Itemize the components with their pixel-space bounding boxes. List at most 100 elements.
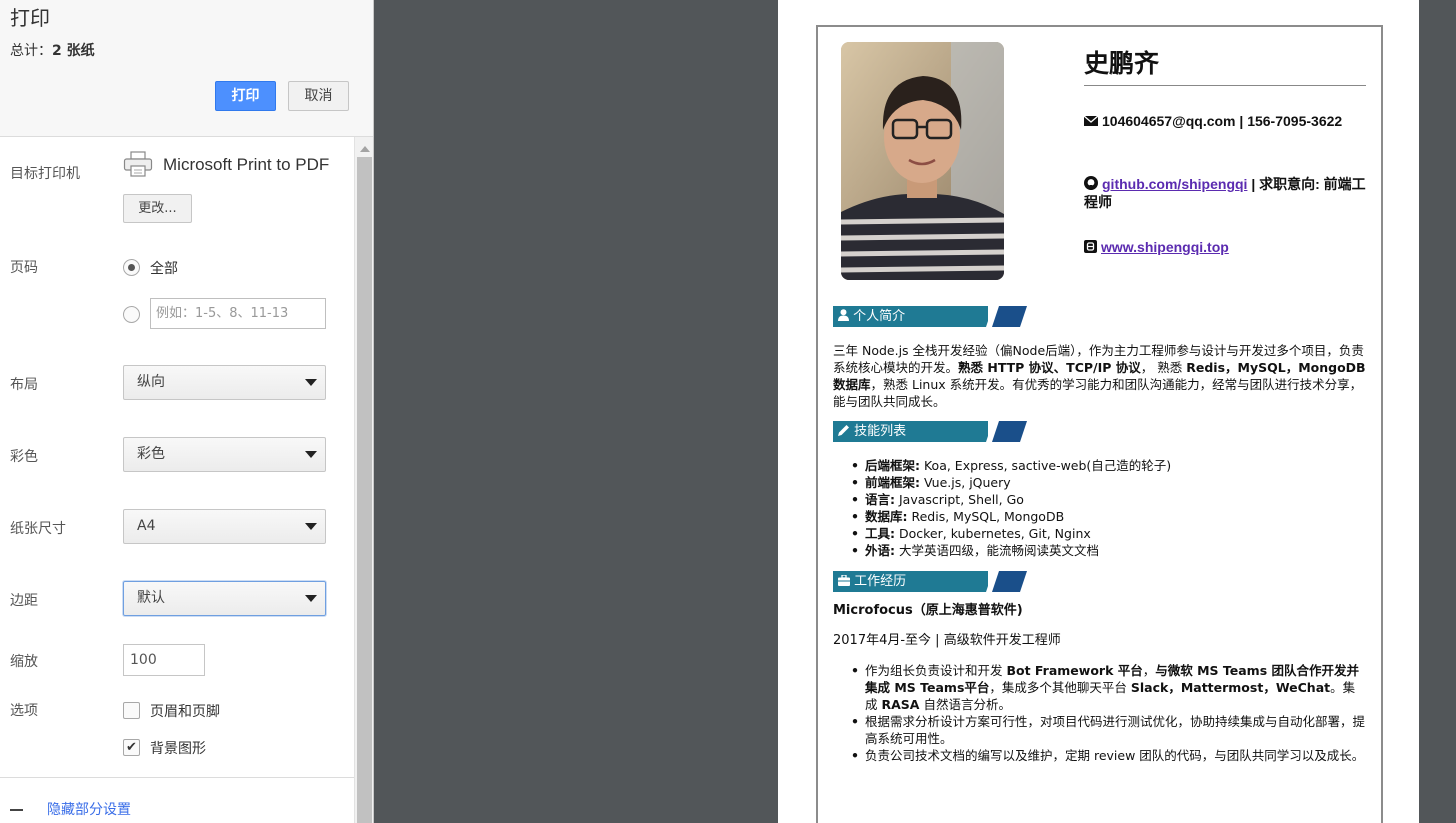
printer-icon	[123, 151, 153, 177]
briefcase-icon	[838, 574, 850, 586]
color-value: 彩色	[137, 446, 165, 462]
work-bold: RASA	[881, 697, 920, 712]
change-printer-button[interactable]: 更改...	[123, 194, 192, 223]
print-settings-panel: 打印 总计：2 张纸 打印 取消 目标打印机 Microsoft Print t…	[0, 0, 374, 823]
paper-size-label: 纸张尺寸	[10, 521, 66, 537]
company-name: Microfocus（原上海惠普软件)	[833, 603, 1023, 618]
intro-section-bar: 个人简介	[833, 306, 988, 327]
contact-github: github.com/shipengqi | 求职意向: 前端工程师	[1084, 175, 1366, 211]
skill-value: Koa, Express, sactive-web(自己造的轮子)	[920, 458, 1172, 473]
print-header: 打印 总计：2 张纸 打印 取消	[0, 0, 373, 137]
destination-label: 目标打印机	[10, 166, 80, 182]
scroll-thumb[interactable]	[357, 157, 372, 823]
margins-label: 边距	[10, 593, 38, 609]
background-graphics-checkbox[interactable]: ✔	[123, 739, 140, 756]
layout-value: 纵向	[137, 374, 165, 390]
skill-key: 前端框架:	[865, 475, 920, 490]
skill-item: 数据库: Redis, MySQL, MongoDB	[851, 508, 1365, 525]
pages-all-label[interactable]: 全部	[150, 258, 178, 278]
skill-value: Vue.js, jQuery	[920, 475, 1011, 490]
skill-value: Redis, MySQL, MongoDB	[907, 509, 1065, 524]
skill-key: 语言:	[865, 492, 895, 507]
chevron-down-icon	[305, 379, 317, 386]
skill-item: 后端框架: Koa, Express, sactive-web(自己造的轮子)	[851, 457, 1365, 474]
print-button[interactable]: 打印	[215, 81, 276, 111]
scrollbar[interactable]	[354, 137, 373, 823]
skills-section-title: 技能列表	[854, 424, 907, 439]
scale-input[interactable]: 100	[123, 644, 205, 676]
sheet-total: 总计：2 张纸	[10, 40, 95, 60]
skill-key: 外语:	[865, 543, 895, 558]
paper-size-select[interactable]: A4	[123, 509, 326, 544]
portrait-image	[841, 42, 1004, 280]
pages-custom-radio[interactable]	[123, 306, 140, 323]
github-icon	[1084, 176, 1098, 190]
skill-key: 工具:	[865, 526, 895, 541]
header-footer-label[interactable]: 页眉和页脚	[150, 701, 220, 721]
skill-key: 后端框架:	[865, 458, 920, 473]
intro-text-3: ，熟悉 Linux 系统开发。有优秀的学习能力和团队沟通能力，经常与团队进行技术…	[833, 377, 1363, 409]
email-phone-text: 104604657@qq.com | 156-7095-3622	[1102, 113, 1343, 129]
header-footer-checkbox[interactable]	[123, 702, 140, 719]
contact-email-phone: 104604657@qq.com | 156-7095-3622	[1084, 112, 1366, 130]
blog-icon	[1084, 240, 1097, 253]
resume-name: 史鹏齐	[1084, 49, 1160, 78]
chevron-down-icon	[305, 451, 317, 458]
envelope-icon	[1084, 115, 1098, 126]
intro-text-2: ， 熟悉	[1140, 360, 1187, 375]
hide-settings-link[interactable]: 隐藏部分设置	[47, 799, 131, 819]
work-item: 作为组长负责设计和开发 Bot Framework 平台，与微软 MS Team…	[851, 662, 1365, 713]
paper-size-value: A4	[137, 518, 156, 534]
name-divider	[1084, 85, 1366, 86]
section-stripe-decoration	[986, 421, 1027, 442]
layout-label: 布局	[10, 377, 38, 393]
background-graphics-label[interactable]: 背景图形	[150, 738, 206, 758]
work-section-title: 工作经历	[854, 574, 907, 589]
work-bold: Bot Framework 平台	[1006, 663, 1143, 678]
scale-label: 缩放	[10, 654, 38, 670]
total-label: 总计：	[10, 43, 52, 59]
collapse-icon[interactable]	[10, 809, 23, 811]
period-role: 2017年4月-至今 | 高级软件开发工程师	[833, 633, 1061, 648]
skill-item: 工具: Docker, kubernetes, Git, Nginx	[851, 525, 1365, 542]
pages-label: 页码	[10, 260, 38, 276]
blog-link[interactable]: www.shipengqi.top	[1101, 239, 1229, 255]
skill-item: 语言: Javascript, Shell, Go	[851, 491, 1365, 508]
skill-item: 前端框架: Vue.js, jQuery	[851, 474, 1365, 491]
work-section-bar: 工作经历	[833, 571, 988, 592]
settings-footer: 隐藏部分设置	[0, 777, 354, 823]
skill-value: 大学英语四级，能流畅阅读英文文档	[895, 543, 1099, 558]
pencil-icon	[838, 425, 849, 436]
skill-key: 数据库:	[865, 509, 908, 524]
work-item: 负责公司技术文档的编写以及维护，定期 review 团队的代码，与团队共同学习以…	[851, 747, 1365, 764]
chevron-down-icon	[305, 523, 317, 530]
pages-custom-input[interactable]: 例如：1-5、8、11-13	[150, 298, 326, 329]
work-text: ，集成多个其他聊天平台	[989, 680, 1131, 695]
margins-value: 默认	[137, 590, 165, 606]
contact-blog: www.shipengqi.top	[1084, 238, 1366, 256]
print-title: 打印	[10, 6, 50, 30]
skills-section-bar: 技能列表	[833, 421, 988, 442]
color-label: 彩色	[10, 449, 38, 465]
layout-select[interactable]: 纵向	[123, 365, 326, 400]
work-text: 自然语言分析。	[919, 697, 1011, 712]
profile-photo	[841, 42, 1004, 280]
scroll-up-arrow-icon[interactable]	[360, 146, 370, 152]
work-list: 作为组长负责设计和开发 Bot Framework 平台，与微软 MS Team…	[851, 662, 1366, 764]
intro-section-title: 个人简介	[853, 309, 906, 324]
pages-all-radio[interactable]	[123, 259, 140, 276]
work-text: 根据需求分析设计方案可行性，对项目代码进行测试优化，协助持续集成与自动化部署，提…	[865, 714, 1366, 746]
user-icon	[838, 309, 849, 321]
cancel-button[interactable]: 取消	[288, 81, 349, 111]
options-label: 选项	[10, 703, 38, 719]
settings-list: 目标打印机 Microsoft Print to PDF 更改... 页码 全部…	[0, 137, 354, 823]
color-select[interactable]: 彩色	[123, 437, 326, 472]
skill-item: 外语: 大学英语四级，能流畅阅读英文文档	[851, 542, 1365, 559]
intro-bold-1: 熟悉 HTTP 协议、TCP/IP 协议	[958, 360, 1141, 375]
margins-select[interactable]: 默认	[123, 581, 326, 616]
github-link[interactable]: github.com/shipengqi	[1102, 176, 1247, 192]
work-text: 负责公司技术文档的编写以及维护，定期 review 团队的代码，与团队共同学习以…	[865, 748, 1365, 763]
total-value: 2 张纸	[52, 43, 95, 59]
intro-paragraph: 三年 Node.js 全栈开发经验（偏Node后端），作为主力工程师参与设计与开…	[833, 342, 1368, 410]
skill-value: Docker, kubernetes, Git, Nginx	[895, 526, 1091, 541]
